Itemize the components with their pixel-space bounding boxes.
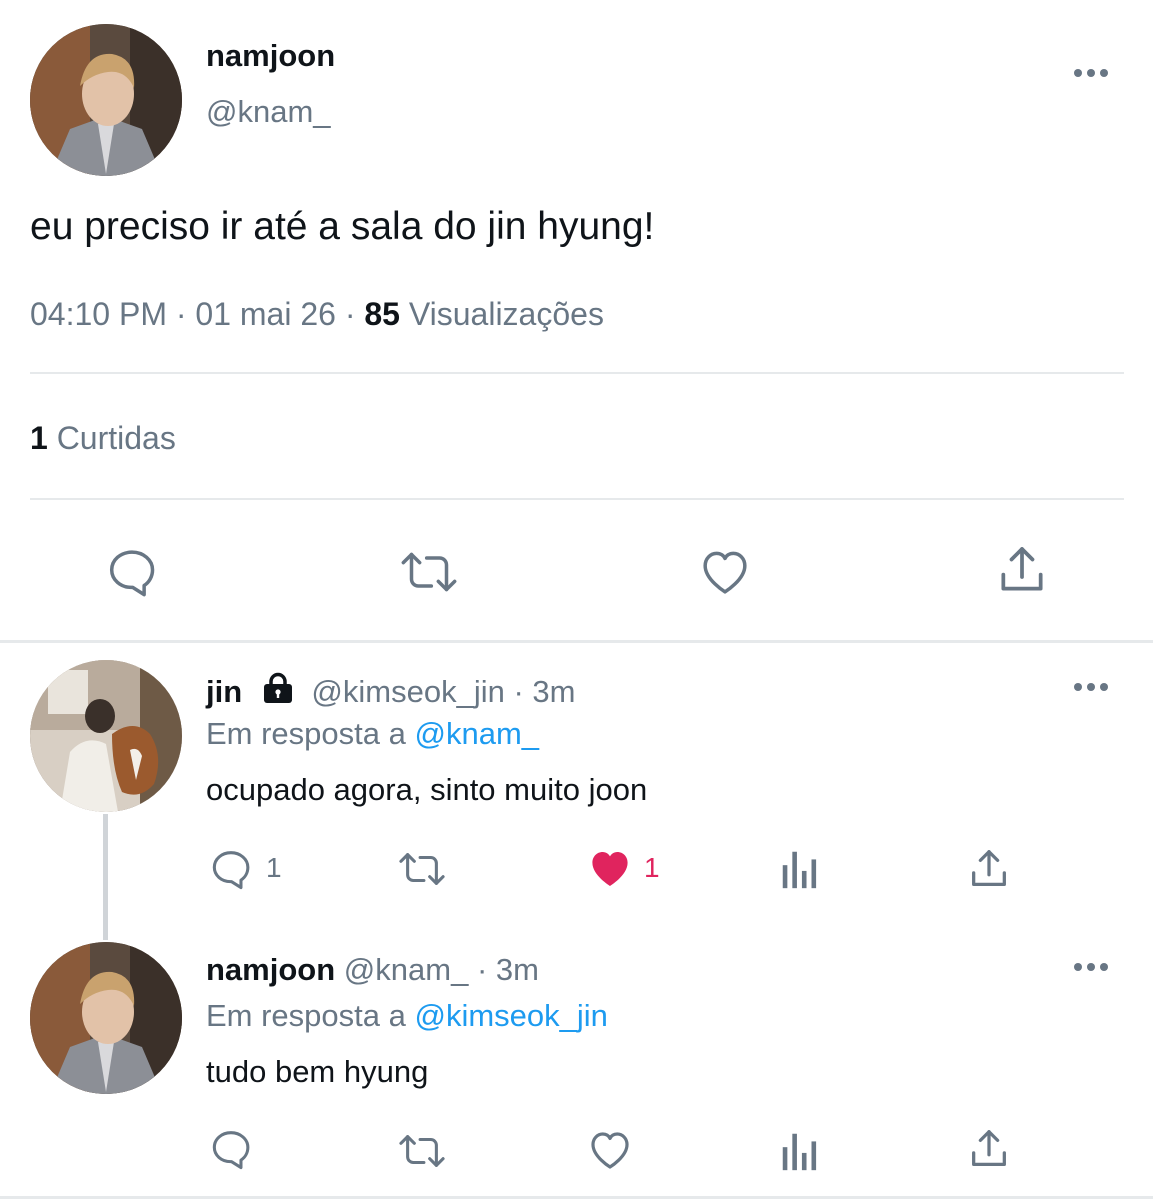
author-handle[interactable]: @knam_ <box>206 94 331 130</box>
analytics-icon[interactable] <box>778 846 822 892</box>
more-icon[interactable] <box>1072 958 1112 976</box>
retweet-icon[interactable] <box>396 1128 448 1174</box>
reply-avatar[interactable] <box>30 660 182 812</box>
thread-line <box>103 814 108 940</box>
meta-separator: · <box>175 296 187 332</box>
heart-icon[interactable] <box>586 1126 634 1174</box>
share-icon[interactable] <box>966 1126 1012 1172</box>
views-count: 85 <box>364 296 400 332</box>
tweet-date: 01 mai 26 <box>195 296 336 332</box>
likes-label: Curtidas <box>56 420 176 456</box>
reply-avatar[interactable] <box>30 942 182 1094</box>
retweet-icon[interactable] <box>398 544 460 600</box>
likes-count: 1 <box>30 420 48 456</box>
meta-separator: · <box>344 296 356 332</box>
author-display-name[interactable]: namjoon <box>206 38 335 74</box>
reply-prefix: Em resposta a <box>206 998 406 1033</box>
comment-icon[interactable] <box>208 1126 254 1172</box>
author-avatar[interactable] <box>30 24 182 176</box>
reply-time: · 3m <box>476 952 539 987</box>
heart-filled-icon[interactable] <box>586 844 634 892</box>
views-label: Visualizações <box>408 296 604 332</box>
heart-icon[interactable] <box>696 544 754 600</box>
reply-display-name[interactable]: namjoon <box>206 952 335 987</box>
analytics-icon[interactable] <box>778 1128 822 1174</box>
reply-to-link[interactable]: @kimseok_jin <box>415 998 608 1033</box>
comment-icon[interactable] <box>208 846 254 892</box>
divider <box>30 498 1124 500</box>
divider <box>30 372 1124 374</box>
reply-count: 1 <box>266 852 282 883</box>
section-divider <box>0 640 1153 643</box>
more-icon[interactable] <box>1072 64 1112 82</box>
reply-header: jin @kimseok_jin · 3m <box>206 672 575 710</box>
share-icon[interactable] <box>966 846 1012 892</box>
section-divider <box>0 1196 1153 1199</box>
reply-context: Em resposta a @kimseok_jin <box>206 998 608 1034</box>
reply-handle[interactable]: @knam_ <box>344 952 469 987</box>
reply-to-link[interactable]: @knam_ <box>415 716 540 751</box>
more-icon[interactable] <box>1072 678 1112 696</box>
share-icon[interactable] <box>994 542 1050 598</box>
retweet-icon[interactable] <box>396 846 448 892</box>
reply-time: · 3m <box>513 674 576 709</box>
lock-icon <box>261 672 295 704</box>
like-count: 1 <box>644 852 660 883</box>
reply-display-name[interactable]: jin <box>206 674 242 709</box>
tweet-time: 04:10 PM <box>30 296 167 332</box>
reply-context: Em resposta a @knam_ <box>206 716 539 752</box>
reply-prefix: Em resposta a <box>206 716 406 751</box>
reply-handle[interactable]: @kimseok_jin <box>311 674 504 709</box>
comment-icon[interactable] <box>104 544 160 600</box>
tweet-meta: 04:10 PM · 01 mai 26 · 85 Visualizações <box>30 296 604 333</box>
reply-text: tudo bem hyung <box>206 1054 429 1089</box>
reply-header: namjoon @knam_ · 3m <box>206 952 539 988</box>
reply-text: ocupado agora, sinto muito joon <box>206 772 648 807</box>
likes-stat[interactable]: 1 Curtidas <box>30 420 176 457</box>
tweet-text: eu preciso ir até a sala do jin hyung! <box>30 205 655 248</box>
